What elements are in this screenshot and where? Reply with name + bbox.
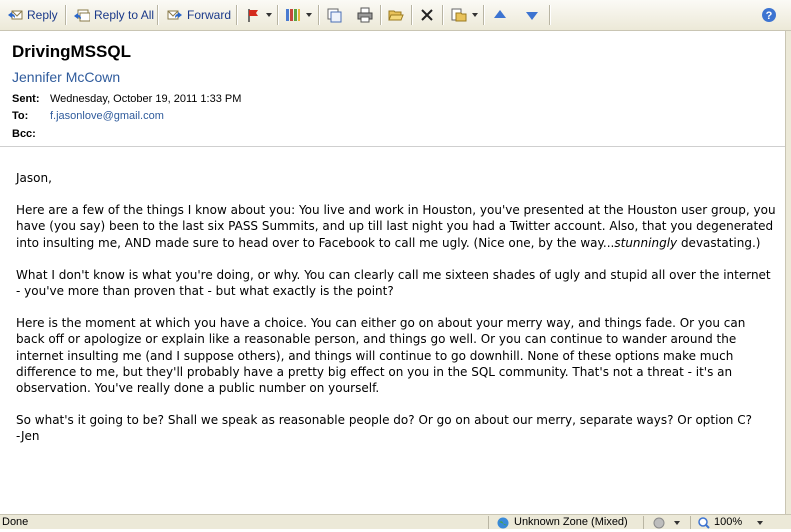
reply-button[interactable]: Reply bbox=[7, 4, 58, 26]
sent-label: Sent: bbox=[12, 93, 40, 105]
window-border bbox=[785, 31, 791, 514]
chevron-down-icon[interactable] bbox=[674, 521, 680, 525]
next-item-button[interactable] bbox=[524, 4, 540, 26]
toolbar-separator bbox=[157, 5, 159, 25]
categories-icon bbox=[285, 7, 301, 23]
forward-button[interactable]: Forward bbox=[167, 4, 231, 26]
reply-all-icon bbox=[74, 7, 91, 23]
print-button[interactable] bbox=[357, 4, 373, 26]
toolbar-separator bbox=[442, 5, 444, 25]
reply-icon bbox=[7, 7, 23, 23]
recipient-address[interactable]: f.jasonlove@gmail.com bbox=[50, 110, 164, 122]
protected-mode-icon[interactable] bbox=[653, 517, 665, 529]
categorize-button[interactable] bbox=[285, 4, 312, 26]
body-paragraph: Here are a few of the things I know abou… bbox=[16, 202, 776, 251]
message-body: Jason, Here are a few of the things I kn… bbox=[16, 170, 776, 445]
sent-row: Sent: Wednesday, October 19, 2011 1:33 P… bbox=[12, 91, 241, 107]
to-label: To: bbox=[12, 110, 29, 122]
message-toolbar: Reply Reply to All Forward ? bbox=[0, 0, 791, 31]
sent-value: Wednesday, October 19, 2011 1:33 PM bbox=[50, 93, 242, 105]
previous-item-button[interactable] bbox=[492, 4, 508, 26]
sender-name[interactable]: Jennifer McCown bbox=[12, 69, 120, 85]
status-separator bbox=[488, 516, 489, 529]
greeting: Jason, bbox=[16, 171, 52, 185]
toolbar-separator bbox=[483, 5, 485, 25]
toolbar-separator bbox=[65, 5, 67, 25]
message-subject: DrivingMSSQL bbox=[12, 42, 132, 61]
open-icon bbox=[388, 7, 404, 23]
body-paragraph: Here is the moment at which you have a c… bbox=[16, 316, 746, 396]
globe-icon bbox=[497, 517, 509, 529]
previous-icon bbox=[492, 7, 508, 23]
toolbar-separator bbox=[380, 5, 382, 25]
toolbar-separator bbox=[236, 5, 238, 25]
svg-text:?: ? bbox=[766, 10, 773, 22]
next-icon bbox=[524, 7, 540, 23]
delete-icon bbox=[419, 7, 435, 23]
chevron-down-icon[interactable] bbox=[757, 521, 763, 525]
paragraph-text: devastating.) bbox=[677, 235, 761, 250]
copy-icon bbox=[451, 7, 467, 23]
toolbar-separator bbox=[411, 5, 413, 25]
help-button[interactable]: ? bbox=[761, 4, 777, 26]
chevron-down-icon bbox=[266, 13, 272, 17]
chevron-down-icon bbox=[306, 13, 312, 17]
follow-up-flag-button[interactable] bbox=[245, 4, 272, 26]
status-text: Done bbox=[2, 516, 29, 528]
bcc-row: Bcc: bbox=[12, 126, 50, 142]
print-icon bbox=[357, 7, 373, 23]
body-paragraph: So what's it going to be? Shall we speak… bbox=[16, 413, 752, 428]
header-divider bbox=[0, 146, 791, 147]
status-separator bbox=[643, 516, 644, 529]
copy-to-folder-button[interactable] bbox=[451, 4, 478, 26]
security-zone[interactable]: Unknown Zone (Mixed) bbox=[514, 516, 628, 528]
move-to-folder-button[interactable] bbox=[326, 4, 342, 26]
toolbar-separator bbox=[318, 5, 320, 25]
signoff: -Jen bbox=[16, 429, 40, 444]
to-row: To: f.jasonlove@gmail.com bbox=[12, 108, 164, 124]
emphasis-text: stunningly bbox=[614, 235, 678, 250]
open-button[interactable] bbox=[388, 4, 404, 26]
reply-label: Reply bbox=[27, 8, 58, 22]
bcc-label: Bcc: bbox=[12, 128, 36, 140]
status-separator bbox=[690, 516, 691, 529]
move-icon bbox=[326, 7, 342, 23]
forward-label: Forward bbox=[187, 8, 232, 22]
help-icon: ? bbox=[761, 7, 777, 23]
reply-all-label: Reply to All bbox=[94, 8, 155, 22]
zoom-icon bbox=[698, 517, 710, 529]
status-bar: Done Unknown Zone (Mixed) 100% bbox=[0, 514, 791, 529]
chevron-down-icon bbox=[472, 13, 478, 17]
flag-icon bbox=[245, 7, 261, 23]
body-paragraph: What I don't know is what you're doing, … bbox=[16, 267, 771, 299]
toolbar-separator bbox=[277, 5, 279, 25]
delete-button[interactable] bbox=[419, 4, 435, 26]
reply-all-button[interactable]: Reply to All bbox=[74, 4, 154, 26]
forward-icon bbox=[167, 7, 183, 23]
toolbar-separator bbox=[549, 5, 551, 25]
zoom-level[interactable]: 100% bbox=[714, 516, 742, 528]
